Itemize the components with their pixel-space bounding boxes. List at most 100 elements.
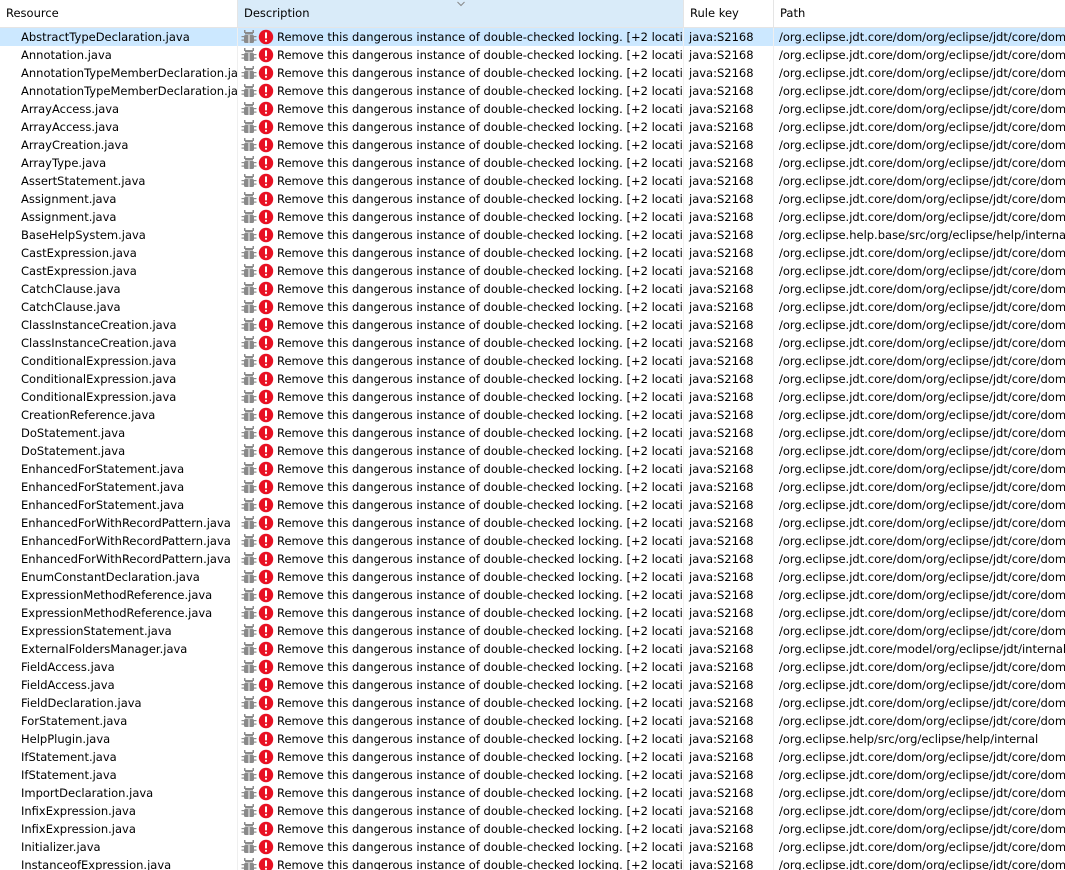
table-row[interactable]: HelpPlugin.java Remove this dangerous ins… <box>0 730 1065 748</box>
table-row[interactable]: Assignment.java Remove this dangerous ins… <box>0 208 1065 226</box>
table-row[interactable]: DoStatement.java Remove this dangerous in… <box>0 424 1065 442</box>
table-row[interactable]: EnhancedForWithRecordPattern.java Remove … <box>0 550 1065 568</box>
resource-cell: CatchClause.java <box>0 298 238 316</box>
resource-cell: EnhancedForWithRecordPattern.java <box>0 550 238 568</box>
description-cell: Remove this dangerous instance of double… <box>238 244 684 262</box>
resource-cell: ImportDeclaration.java <box>0 784 238 802</box>
table-row[interactable]: ArrayAccess.java Remove this dangerous in… <box>0 118 1065 136</box>
path-cell: /org.eclipse.jdt.core/dom/org/eclipse/jd… <box>779 372 1065 386</box>
description-text: Remove this dangerous instance of double… <box>277 822 684 836</box>
resource-cell: ArrayAccess.java <box>0 118 238 136</box>
table-row[interactable]: AnnotationTypeMemberDeclaration.java Remo… <box>0 82 1065 100</box>
table-row[interactable]: Initializer.java Remove this dangerous in… <box>0 838 1065 856</box>
bug-icon <box>241 659 257 675</box>
bug-icon <box>241 191 257 207</box>
column-header-rule-key[interactable]: Rule key <box>684 0 774 27</box>
table-row[interactable]: ForStatement.java Remove this dangerous i… <box>0 712 1065 730</box>
table-row[interactable]: ArrayAccess.java Remove this dangerous in… <box>0 100 1065 118</box>
table-row[interactable]: Assignment.java Remove this dangerous ins… <box>0 190 1065 208</box>
table-row[interactable]: CreationReference.java Remove this danger… <box>0 406 1065 424</box>
table-row[interactable]: CatchClause.java Remove this dangerous in… <box>0 280 1065 298</box>
table-row[interactable]: CatchClause.java Remove this dangerous in… <box>0 298 1065 316</box>
error-icon <box>258 749 274 765</box>
error-icon <box>258 479 274 495</box>
description-cell: Remove this dangerous instance of double… <box>238 640 684 658</box>
table-row[interactable]: InfixExpression.java Remove this dangerou… <box>0 802 1065 820</box>
table-row[interactable]: ClassInstanceCreation.java Remove this da… <box>0 316 1065 334</box>
resource-cell: EnhancedForStatement.java <box>0 478 238 496</box>
bug-icon <box>241 569 257 585</box>
path-cell: /org.eclipse.jdt.core/dom/org/eclipse/jd… <box>779 822 1065 836</box>
table-row[interactable]: ExpressionMethodReference.java Remove thi… <box>0 586 1065 604</box>
column-header-resource[interactable]: Resource <box>0 0 238 27</box>
table-row[interactable]: ExpressionMethodReference.java Remove thi… <box>0 604 1065 622</box>
description-text: Remove this dangerous instance of double… <box>277 444 684 458</box>
table-row[interactable]: AbstractTypeDeclaration.java Remove this … <box>0 28 1065 46</box>
rule-key-cell: java:S2168 <box>684 622 774 640</box>
table-row[interactable]: EnumConstantDeclaration.java Remove this … <box>0 568 1065 586</box>
description-cell: Remove this dangerous instance of double… <box>238 226 684 244</box>
table-row[interactable]: FieldAccess.java Remove this dangerous in… <box>0 658 1065 676</box>
bug-icon <box>241 803 257 819</box>
description-cell: Remove this dangerous instance of double… <box>238 406 684 424</box>
table-row[interactable]: InstanceofExpression.java Remove this dan… <box>0 856 1065 870</box>
rule-key-cell: java:S2168 <box>684 262 774 280</box>
bug-icon <box>241 623 257 639</box>
error-icon <box>258 605 274 621</box>
table-row[interactable]: EnhancedForWithRecordPattern.java Remove … <box>0 514 1065 532</box>
table-row[interactable]: ConditionalExpression.java Remove this da… <box>0 352 1065 370</box>
table-row[interactable]: ConditionalExpression.java Remove this da… <box>0 370 1065 388</box>
rule-key-cell: java:S2168 <box>684 640 774 658</box>
table-row[interactable]: EnhancedForStatement.java Remove this dan… <box>0 496 1065 514</box>
resource-cell: ExpressionMethodReference.java <box>0 586 238 604</box>
description-cell: Remove this dangerous instance of double… <box>238 64 684 82</box>
resource-cell: EnhancedForWithRecordPattern.java <box>0 514 238 532</box>
table-row[interactable]: EnhancedForStatement.java Remove this dan… <box>0 478 1065 496</box>
description-text: Remove this dangerous instance of double… <box>277 804 684 818</box>
path-cell: /org.eclipse.jdt.core/dom/org/eclipse/jd… <box>779 606 1065 620</box>
resource-cell: EnhancedForWithRecordPattern.java <box>0 532 238 550</box>
path-cell: /org.eclipse.jdt.core/dom/org/eclipse/jd… <box>779 516 1065 530</box>
table-row[interactable]: Annotation.java Remove this dangerous ins… <box>0 46 1065 64</box>
table-row[interactable]: ArrayType.java Remove this dangerous inst… <box>0 154 1065 172</box>
table-row[interactable]: ConditionalExpression.java Remove this da… <box>0 388 1065 406</box>
rule-key-cell: java:S2168 <box>684 244 774 262</box>
error-icon <box>258 515 274 531</box>
description-cell: Remove this dangerous instance of double… <box>238 100 684 118</box>
description-text: Remove this dangerous instance of double… <box>277 660 684 674</box>
rule-key-cell: java:S2168 <box>684 46 774 64</box>
table-row[interactable]: CastExpression.java Remove this dangerous… <box>0 244 1065 262</box>
table-row[interactable]: ImportDeclaration.java Remove this danger… <box>0 784 1065 802</box>
table-row[interactable]: ExpressionStatement.java Remove this dang… <box>0 622 1065 640</box>
table-row[interactable]: IfStatement.java Remove this dangerous in… <box>0 766 1065 784</box>
bug-icon <box>241 677 257 693</box>
description-text: Remove this dangerous instance of double… <box>277 174 684 188</box>
error-icon <box>258 83 274 99</box>
table-row[interactable]: ClassInstanceCreation.java Remove this da… <box>0 334 1065 352</box>
column-header-path[interactable]: Path <box>774 0 1065 27</box>
table-row[interactable]: ArrayCreation.java Remove this dangerous … <box>0 136 1065 154</box>
table-row[interactable]: AnnotationTypeMemberDeclaration.java Remo… <box>0 64 1065 82</box>
rule-key-cell: java:S2168 <box>684 478 774 496</box>
table-row[interactable]: CastExpression.java Remove this dangerous… <box>0 262 1065 280</box>
rule-key-cell: java:S2168 <box>684 586 774 604</box>
table-row[interactable]: ExternalFoldersManager.java Remove this d… <box>0 640 1065 658</box>
rule-key-cell: java:S2168 <box>684 100 774 118</box>
path-cell: /org.eclipse.jdt.core/dom/org/eclipse/jd… <box>779 102 1065 116</box>
table-row[interactable]: EnhancedForWithRecordPattern.java Remove … <box>0 532 1065 550</box>
column-header-description[interactable]: Description <box>238 0 684 27</box>
description-cell: Remove this dangerous instance of double… <box>238 442 684 460</box>
table-row[interactable]: InfixExpression.java Remove this dangerou… <box>0 820 1065 838</box>
error-icon <box>258 641 274 657</box>
table-row[interactable]: DoStatement.java Remove this dangerous in… <box>0 442 1065 460</box>
resource-cell: InfixExpression.java <box>0 820 238 838</box>
table-row[interactable]: FieldDeclaration.java Remove this dangero… <box>0 694 1065 712</box>
description-text: Remove this dangerous instance of double… <box>277 264 684 278</box>
table-row[interactable]: AssertStatement.java Remove this dangerou… <box>0 172 1065 190</box>
path-cell: /org.eclipse.jdt.core/dom/org/eclipse/jd… <box>779 462 1065 476</box>
table-row[interactable]: FieldAccess.java Remove this dangerous in… <box>0 676 1065 694</box>
table-row[interactable]: EnhancedForStatement.java Remove this dan… <box>0 460 1065 478</box>
description-cell: Remove this dangerous instance of double… <box>238 748 684 766</box>
table-row[interactable]: BaseHelpSystem.java Remove this dangerous… <box>0 226 1065 244</box>
table-row[interactable]: IfStatement.java Remove this dangerous in… <box>0 748 1065 766</box>
